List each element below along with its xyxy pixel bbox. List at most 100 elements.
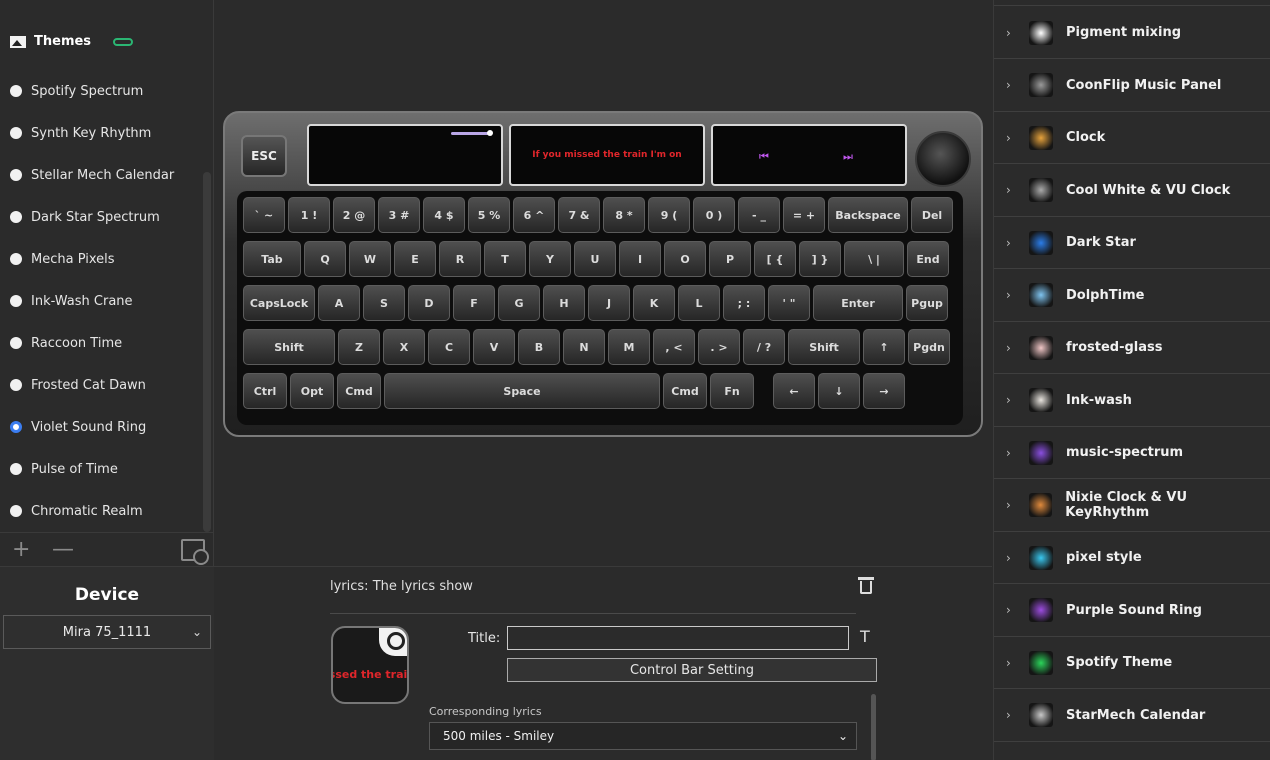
key[interactable]: 7 & bbox=[558, 197, 600, 233]
key[interactable]: 2 @ bbox=[333, 197, 375, 233]
key[interactable]: ' " bbox=[768, 285, 810, 321]
key[interactable]: Space bbox=[384, 373, 660, 409]
radio-button[interactable] bbox=[10, 505, 22, 517]
theme-library-item[interactable]: › StarMech Calendar bbox=[994, 690, 1270, 742]
theme-item[interactable]: Raccoon Time bbox=[0, 322, 200, 364]
key[interactable]: E bbox=[394, 241, 436, 277]
theme-item[interactable]: Dark Star Spectrum bbox=[0, 196, 200, 238]
radio-button[interactable] bbox=[10, 295, 22, 307]
chevron-right-icon[interactable]: › bbox=[1006, 26, 1018, 40]
theme-library-item[interactable]: › Clock bbox=[994, 112, 1270, 164]
screen-lyrics[interactable]: If you missed the train I'm on bbox=[509, 124, 705, 186]
key[interactable]: Shift bbox=[243, 329, 335, 365]
key[interactable]: 1 ! bbox=[288, 197, 330, 233]
key[interactable]: D bbox=[408, 285, 450, 321]
key[interactable]: ← bbox=[773, 373, 815, 409]
chevron-right-icon[interactable]: › bbox=[1006, 131, 1018, 145]
key[interactable]: End bbox=[907, 241, 949, 277]
screen-left[interactable] bbox=[307, 124, 503, 186]
key[interactable]: . > bbox=[698, 329, 740, 365]
key[interactable]: Tab bbox=[243, 241, 301, 277]
key[interactable]: ; : bbox=[723, 285, 765, 321]
theme-library-item[interactable]: › Ink-wash bbox=[994, 375, 1270, 427]
radio-button[interactable] bbox=[10, 421, 22, 433]
key[interactable]: CapsLock bbox=[243, 285, 315, 321]
panel-scrollbar[interactable] bbox=[871, 694, 876, 760]
lyrics-song-select[interactable]: 500 miles - Smiley ⌄ bbox=[429, 722, 857, 750]
device-select[interactable]: Mira 75_1111 ⌄ bbox=[3, 615, 211, 649]
key[interactable]: P bbox=[709, 241, 751, 277]
text-format-icon[interactable]: T bbox=[860, 627, 870, 646]
key[interactable]: T bbox=[484, 241, 526, 277]
theme-library-item[interactable]: › frosted-glass bbox=[994, 322, 1270, 374]
key[interactable]: F bbox=[453, 285, 495, 321]
theme-library-item[interactable]: › pixel style bbox=[994, 532, 1270, 584]
radio-button[interactable] bbox=[10, 379, 22, 391]
key[interactable]: R bbox=[439, 241, 481, 277]
add-theme-button[interactable]: + bbox=[12, 539, 30, 561]
key[interactable]: = + bbox=[783, 197, 825, 233]
key[interactable]: Q bbox=[304, 241, 346, 277]
key[interactable]: Fn bbox=[710, 373, 754, 409]
chevron-right-icon[interactable]: › bbox=[1006, 78, 1018, 92]
next-track-icon[interactable]: ⏭ bbox=[843, 150, 853, 164]
chevron-right-icon[interactable]: › bbox=[1006, 498, 1018, 512]
key-esc[interactable]: ESC bbox=[241, 135, 287, 177]
chevron-right-icon[interactable]: › bbox=[1006, 708, 1018, 722]
key[interactable]: - _ bbox=[738, 197, 780, 233]
key[interactable]: S bbox=[363, 285, 405, 321]
theme-library-item[interactable]: › Cool White & VU Clock bbox=[994, 165, 1270, 217]
radio-button[interactable] bbox=[10, 211, 22, 223]
key[interactable]: N bbox=[563, 329, 605, 365]
key[interactable]: X bbox=[383, 329, 425, 365]
radio-button[interactable] bbox=[10, 253, 22, 265]
key[interactable]: → bbox=[863, 373, 905, 409]
chevron-right-icon[interactable]: › bbox=[1006, 446, 1018, 460]
theme-item[interactable]: Spotify Spectrum bbox=[0, 70, 200, 112]
chevron-right-icon[interactable]: › bbox=[1006, 288, 1018, 302]
trash-icon[interactable] bbox=[858, 577, 874, 595]
key[interactable]: 3 # bbox=[378, 197, 420, 233]
volume-knob[interactable] bbox=[915, 131, 971, 187]
link-icon[interactable] bbox=[113, 37, 134, 46]
chevron-right-icon[interactable]: › bbox=[1006, 551, 1018, 565]
theme-library-item[interactable]: › Spotify Theme bbox=[994, 637, 1270, 689]
theme-item[interactable]: Frosted Cat Dawn bbox=[0, 364, 200, 406]
key[interactable]: O bbox=[664, 241, 706, 277]
theme-item[interactable]: Violet Sound Ring bbox=[0, 406, 200, 448]
key[interactable]: [ { bbox=[754, 241, 796, 277]
theme-item[interactable]: Synth Key Rhythm bbox=[0, 112, 200, 154]
theme-library-item[interactable]: › Purple Sound Ring bbox=[994, 585, 1270, 637]
title-input[interactable] bbox=[507, 626, 849, 650]
theme-list-scrollbar[interactable] bbox=[203, 172, 211, 532]
key[interactable]: 9 ( bbox=[648, 197, 690, 233]
theme-item[interactable]: Stellar Mech Calendar bbox=[0, 154, 200, 196]
theme-library-item[interactable]: › CoonFlip Music Panel bbox=[994, 60, 1270, 112]
key[interactable]: Z bbox=[338, 329, 380, 365]
key[interactable]: V bbox=[473, 329, 515, 365]
key[interactable]: K bbox=[633, 285, 675, 321]
key[interactable]: Backspace bbox=[828, 197, 908, 233]
key[interactable]: Pgup bbox=[906, 285, 948, 321]
key[interactable]: Cmd bbox=[663, 373, 707, 409]
key[interactable]: 5 % bbox=[468, 197, 510, 233]
key[interactable]: C bbox=[428, 329, 470, 365]
key[interactable]: Ctrl bbox=[243, 373, 287, 409]
key[interactable]: ↑ bbox=[863, 329, 905, 365]
theme-item[interactable]: Ink-Wash Crane bbox=[0, 280, 200, 322]
theme-library-item[interactable]: › music-spectrum bbox=[994, 427, 1270, 479]
screen-media[interactable]: ⏮ ⏭ bbox=[711, 124, 907, 186]
control-bar-setting-button[interactable]: Control Bar Setting bbox=[507, 658, 877, 682]
theme-library-item[interactable]: › Dark Star bbox=[994, 217, 1270, 269]
theme-library-item[interactable]: › DolphTime bbox=[994, 270, 1270, 322]
key[interactable]: / ? bbox=[743, 329, 785, 365]
key[interactable]: J bbox=[588, 285, 630, 321]
key[interactable]: , < bbox=[653, 329, 695, 365]
key[interactable]: 6 ^ bbox=[513, 197, 555, 233]
key[interactable]: I bbox=[619, 241, 661, 277]
chevron-right-icon[interactable]: › bbox=[1006, 603, 1018, 617]
key[interactable]: L bbox=[678, 285, 720, 321]
theme-item[interactable]: Mecha Pixels bbox=[0, 238, 200, 280]
radio-button[interactable] bbox=[10, 169, 22, 181]
key[interactable]: ` ~ bbox=[243, 197, 285, 233]
